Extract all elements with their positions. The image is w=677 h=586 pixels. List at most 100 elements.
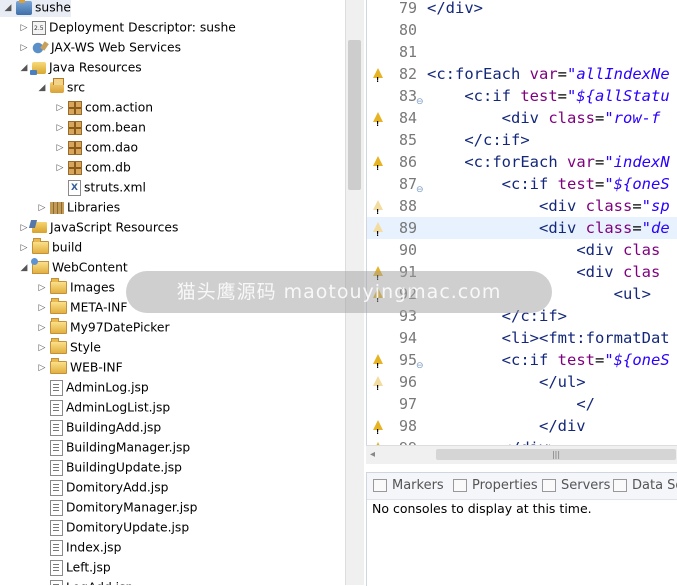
tree-item-src[interactable]: ◢ src [0, 77, 85, 97]
warning-icon[interactable] [373, 222, 383, 245]
tree-item-web-inf[interactable]: ▷ WEB-INF [0, 357, 123, 377]
code-line[interactable]: 90 <div clas [367, 239, 677, 261]
code-editor[interactable]: 79</div>808182<c:forEach var="allIndexNe… [366, 0, 677, 450]
explorer-scroll-thumb[interactable] [348, 40, 361, 190]
tree-item-buildingupdate-jsp[interactable]: BuildingUpdate.jsp [0, 457, 182, 477]
jsp-file-icon [50, 419, 63, 436]
code-line[interactable]: 89 <div class="de [367, 217, 677, 245]
collapsed-arrow-icon[interactable]: ▷ [18, 238, 30, 258]
tree-item-libraries[interactable]: ▷ Libraries [0, 197, 121, 218]
collapsed-arrow-icon[interactable]: ▷ [36, 298, 48, 318]
collapsed-arrow-icon[interactable]: ▷ [54, 158, 66, 178]
expanded-arrow-icon[interactable]: ◢ [2, 0, 14, 18]
tree-item-buildingadd-jsp[interactable]: BuildingAdd.jsp [0, 417, 161, 437]
tree-item-adminlog-jsp[interactable]: AdminLog.jsp [0, 377, 149, 397]
collapsed-arrow-icon[interactable]: ▷ [54, 138, 66, 158]
code-token: <div [576, 263, 623, 281]
warning-icon[interactable] [373, 420, 383, 443]
warning-icon[interactable] [373, 354, 383, 377]
line-number: 86 [398, 153, 417, 171]
expanded-arrow-icon[interactable]: ◢ [18, 258, 30, 278]
warning-icon[interactable] [373, 112, 383, 135]
code-line[interactable]: 95⊖ <c:if test="${oneS [367, 349, 677, 377]
expanded-arrow-icon[interactable]: ◢ [36, 78, 48, 98]
tab-data-source[interactable]: Data So [613, 473, 677, 499]
tree-item-my97datepicker[interactable]: ▷ My97DatePicker [0, 317, 170, 337]
tree-item-index-jsp[interactable]: Index.jsp [0, 537, 121, 557]
line-number: 85 [398, 131, 417, 149]
code-line[interactable]: 96 </ul> [367, 371, 677, 399]
tree-item-build[interactable]: ▷ build [0, 237, 82, 257]
expanded-arrow-icon[interactable]: ◢ [18, 58, 30, 78]
tree-item-com-action[interactable]: ▷ com.action [0, 97, 153, 117]
tree-item-sushe[interactable]: ◢ sushe [0, 0, 71, 17]
tab-properties[interactable]: Properties [453, 473, 538, 499]
tree-item-left-jsp[interactable]: Left.jsp [0, 557, 111, 577]
tree-item-style[interactable]: ▷ Style [0, 337, 101, 357]
tree-item-com-db[interactable]: ▷ com.db [0, 157, 131, 177]
code-line[interactable]: 94 <li><fmt:formatDat [367, 327, 677, 349]
code-token: </ul> [538, 373, 586, 391]
code-line[interactable]: 83 ⊖ <c:if test="${allStatu [367, 85, 677, 107]
collapsed-arrow-icon[interactable]: ▷ [54, 98, 66, 118]
tree-item-domitorymanager-jsp[interactable]: DomitoryManager.jsp [0, 497, 197, 517]
tree-item-label: Left.jsp [66, 560, 111, 575]
warning-icon[interactable] [373, 68, 383, 91]
tree-item-deployment-descriptor[interactable]: ▷ Deployment Descriptor: sushe [0, 17, 236, 39]
code-line[interactable]: 97 </ [367, 393, 677, 415]
collapsed-arrow-icon[interactable]: ▷ [54, 118, 66, 138]
code-line[interactable]: 82 <c:forEach var="allIndexNe [367, 63, 677, 91]
scroll-left-arrow-icon[interactable]: ◂ [370, 449, 375, 460]
warning-icon[interactable] [373, 156, 383, 179]
warning-icon[interactable] [373, 200, 383, 223]
tree-item-domitoryadd-jsp[interactable]: DomitoryAdd.jsp [0, 477, 168, 497]
code-line[interactable]: 81 [367, 41, 677, 63]
tree-item-javascript-resources[interactable]: ▷ JavaScript Resources [0, 217, 179, 237]
code-line[interactable]: 85 </c:if> [367, 129, 677, 151]
web-content-icon [31, 258, 49, 274]
tab-servers[interactable]: Servers [542, 473, 610, 499]
tree-item-images[interactable]: ▷ Images [0, 277, 115, 297]
tab-markers[interactable]: Markers [373, 473, 444, 499]
tree-item-meta-inf[interactable]: ▷ META-INF [0, 297, 127, 317]
code-line[interactable]: 88 <div class="sp [367, 195, 677, 223]
tree-item-adminloglist-jsp[interactable]: AdminLogList.jsp [0, 397, 170, 417]
code-line[interactable]: 80 [367, 19, 677, 41]
code-line[interactable]: 98 </div [367, 415, 677, 443]
collapsed-arrow-icon[interactable]: ▷ [18, 38, 30, 58]
collapsed-arrow-icon[interactable]: ▷ [36, 318, 48, 338]
tree-item-struts-xml[interactable]: struts.xml [0, 177, 146, 197]
code-text: <c:forEach var="indexN [427, 151, 669, 173]
collapsed-arrow-icon[interactable]: ▷ [36, 198, 48, 218]
collapsed-arrow-icon[interactable]: ▷ [36, 278, 48, 298]
tree-item-label: WebContent [52, 260, 128, 275]
code-line[interactable]: 79 </div> [367, 0, 677, 19]
folder-icon [50, 318, 67, 334]
tree-item-buildingmanager-jsp[interactable]: BuildingManager.jsp [0, 437, 190, 457]
tree-item-webcontent[interactable]: ◢ WebContent [0, 257, 128, 277]
tree-item-jaxws[interactable]: ▷ JAX-WS Web Services [0, 37, 181, 57]
tree-item-java-resources[interactable]: ◢ Java Resources [0, 57, 142, 77]
code-text: </ul> [427, 371, 586, 393]
editor-hscroll-thumb[interactable]: ||| [436, 449, 676, 460]
code-line[interactable]: 87 ⊖ <c:if test="${oneS [367, 173, 677, 195]
warning-icon[interactable] [373, 376, 383, 399]
code-line[interactable]: 86 <c:forEach var="indexN [367, 151, 677, 179]
tree-item-label: Images [70, 280, 115, 295]
code-line[interactable]: 84 <div class="row-f [367, 107, 677, 135]
tree-item-logadd-jsp[interactable]: LogAdd.jsp [0, 577, 133, 585]
collapsed-arrow-icon[interactable]: ▷ [18, 18, 30, 38]
tree-item-com-dao[interactable]: ▷ com.dao [0, 137, 138, 157]
code-token: clas [622, 263, 661, 281]
tree-item-label: com.action [85, 100, 154, 115]
tree-item-domitoryupdate-jsp[interactable]: DomitoryUpdate.jsp [0, 517, 189, 537]
package-icon [68, 140, 82, 155]
tree-item-com-bean[interactable]: ▷ com.bean [0, 117, 146, 137]
collapsed-arrow-icon[interactable]: ▷ [36, 358, 48, 378]
code-token: = [594, 175, 605, 193]
java-resources-icon [30, 61, 46, 75]
collapsed-arrow-icon[interactable]: ▷ [36, 338, 48, 358]
editor-horizontal-scrollbar[interactable]: ◂ ||| [366, 445, 677, 464]
